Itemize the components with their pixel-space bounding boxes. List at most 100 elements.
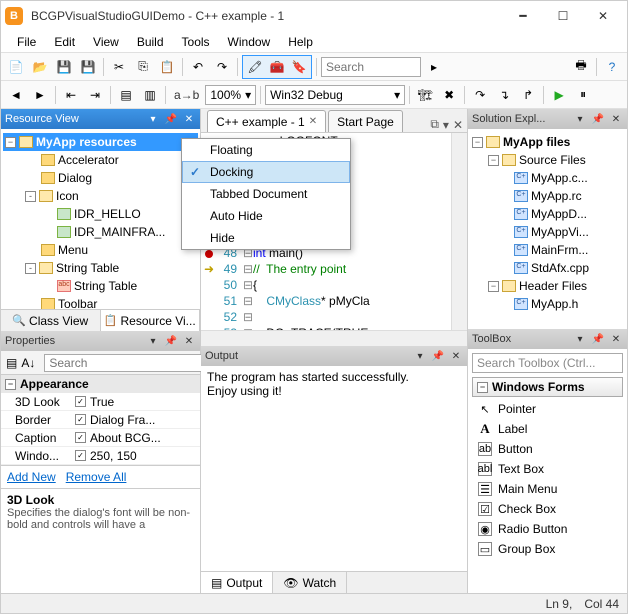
pause-icon[interactable]: ⏸ <box>572 84 594 106</box>
context-menu-item[interactable]: Floating <box>182 139 350 161</box>
output-text[interactable]: The program has started successfully. En… <box>201 366 467 571</box>
zoom-combo[interactable]: 100%▾ <box>205 85 256 105</box>
editor-tab-cpp[interactable]: C++ example - 1 ✕ <box>207 110 326 132</box>
save-icon[interactable]: 💾 <box>53 56 75 78</box>
toolbox-item[interactable]: ▭Group Box <box>472 539 623 559</box>
dock-menu-icon[interactable]: ▾ <box>573 112 587 126</box>
tab-class-view[interactable]: 🔍Class View <box>1 310 101 331</box>
menu-help[interactable]: Help <box>280 33 321 51</box>
menu-build[interactable]: Build <box>129 33 172 51</box>
add-new-link[interactable]: Add New <box>7 470 56 484</box>
indent-dec-icon[interactable]: ⇤ <box>60 84 82 106</box>
paste-icon[interactable]: 📋 <box>156 56 178 78</box>
menu-file[interactable]: File <box>9 33 44 51</box>
solution-file[interactable]: C+MainFrm... <box>470 241 625 259</box>
toolbox-category[interactable]: −Windows Forms <box>472 377 623 397</box>
categorized-icon[interactable]: ▤ <box>5 352 18 374</box>
context-menu-item[interactable]: Hide <box>182 227 350 249</box>
tab-output[interactable]: ▤Output <box>201 572 273 593</box>
toolbox-item[interactable]: ☰Main Menu <box>472 479 623 499</box>
property-row[interactable]: Caption✓About BCG... <box>1 429 200 447</box>
undo-icon[interactable]: ↶ <box>187 56 209 78</box>
tree-item[interactable]: IDR_MAINFRA... <box>3 223 198 241</box>
property-row[interactable]: Windo...✓250, 150 <box>1 447 200 465</box>
step-into-icon[interactable]: ↴ <box>493 84 515 106</box>
tree-item[interactable]: IDR_HELLO <box>3 205 198 223</box>
tree-root[interactable]: − MyApp resources <box>3 133 198 151</box>
code-line[interactable]: 51⊟ CMyClass* pMyCla <box>201 293 451 309</box>
tree-item[interactable]: Toolbar <box>3 295 198 309</box>
run-icon[interactable]: ▶ <box>548 84 570 106</box>
pin-icon[interactable]: 📌 <box>591 332 605 346</box>
properties-grid[interactable]: −Appearance 3D Look✓TrueBorder✓Dialog Fr… <box>1 375 200 465</box>
editor-tab-start[interactable]: Start Page <box>328 110 403 132</box>
pin-icon[interactable]: 📌 <box>164 334 178 348</box>
comment-icon[interactable]: ▤ <box>115 84 137 106</box>
tab-close-icon[interactable]: ✕ <box>453 118 463 132</box>
toolbox-item[interactable]: ↖Pointer <box>472 399 623 419</box>
tab-overflow-icon[interactable]: ⧉ <box>430 117 439 132</box>
close-tab-icon[interactable]: ✕ <box>309 116 317 127</box>
editor-hscrollbar[interactable] <box>201 330 467 346</box>
menu-tools[interactable]: Tools <box>174 33 218 51</box>
config-combo[interactable]: Win32 Debug▾ <box>265 85 405 105</box>
toolbox-item[interactable]: abButton <box>472 439 623 459</box>
menu-edit[interactable]: Edit <box>46 33 83 51</box>
redo-icon[interactable]: ↷ <box>211 56 233 78</box>
context-menu-item[interactable]: Tabbed Document <box>182 183 350 205</box>
nav-back-icon[interactable]: ◄ <box>5 84 27 106</box>
uncomment-icon[interactable]: ▥ <box>139 84 161 106</box>
solution-group[interactable]: −Source Files <box>470 151 625 169</box>
pin-icon[interactable]: 📌 <box>431 349 445 363</box>
solution-header[interactable]: Solution Expl... ▾ 📌 ✕ <box>468 109 627 129</box>
alphabetical-icon[interactable]: A↓ <box>20 352 36 374</box>
menu-window[interactable]: Window <box>220 33 279 51</box>
code-line[interactable]: 52⊟ <box>201 309 451 325</box>
toolbox-item[interactable]: ◉Radio Button <box>472 519 623 539</box>
solution-file[interactable]: C+MyAppVi... <box>470 223 625 241</box>
close-panel-icon[interactable]: ✕ <box>609 332 623 346</box>
tab-menu-icon[interactable]: ▾ <box>443 118 449 132</box>
toolbox-header[interactable]: ToolBox ▾ 📌 ✕ <box>468 329 627 349</box>
properties-header[interactable]: Properties ▾ 📌 ✕ <box>1 331 200 351</box>
new-file-icon[interactable]: 📄 <box>5 56 27 78</box>
tree-item[interactable]: Menu <box>3 241 198 259</box>
remove-all-link[interactable]: Remove All <box>66 470 127 484</box>
solution-file[interactable]: C+MyAppD... <box>470 205 625 223</box>
resource-tree[interactable]: − MyApp resources AcceleratorDialog-Icon… <box>1 129 200 309</box>
pin-icon[interactable]: 📌 <box>164 112 178 126</box>
print-icon[interactable]: 🖶 <box>570 56 592 78</box>
output-header[interactable]: Output ▾ 📌 ✕ <box>201 346 467 366</box>
solution-root[interactable]: − MyApp files <box>470 133 625 151</box>
context-menu-item[interactable]: Docking <box>182 161 350 183</box>
dock-menu-icon[interactable]: ▾ <box>146 112 160 126</box>
solution-file[interactable]: C+MyApp.c... <box>470 169 625 187</box>
open-folder-icon[interactable]: 📂 <box>29 56 51 78</box>
nav-fwd-icon[interactable]: ► <box>29 84 51 106</box>
code-line[interactable]: 50⊟{ <box>201 277 451 293</box>
build-icon[interactable]: 🏗 <box>414 84 436 106</box>
dock-menu-icon[interactable]: ▾ <box>573 332 587 346</box>
tree-item[interactable]: -Icon <box>3 187 198 205</box>
close-panel-icon[interactable]: ✕ <box>182 334 196 348</box>
solution-file[interactable]: C+MyApp.rc <box>470 187 625 205</box>
solution-file[interactable]: C+StdAfx.cpp <box>470 259 625 277</box>
close-panel-icon[interactable]: ✕ <box>609 112 623 126</box>
dock-menu-icon[interactable]: ▾ <box>146 334 160 348</box>
cut-icon[interactable]: ✂ <box>108 56 130 78</box>
toolbox-search[interactable]: Search Toolbox (Ctrl... <box>472 353 623 373</box>
solution-file[interactable]: C+MyApp.h <box>470 295 625 313</box>
resource-view-header[interactable]: Resource View ▾ 📌 ✕ <box>1 109 200 129</box>
bookmark-icon[interactable]: 🔖 <box>288 56 310 78</box>
stop-build-icon[interactable]: ✖ <box>438 84 460 106</box>
search-go-icon[interactable]: ▸ <box>423 56 445 78</box>
property-row[interactable]: Border✓Dialog Fra... <box>1 411 200 429</box>
close-panel-icon[interactable]: ✕ <box>182 112 196 126</box>
dock-menu-icon[interactable]: ▾ <box>413 349 427 363</box>
copy-icon[interactable]: ⎘ <box>132 56 154 78</box>
pin-icon[interactable]: 📌 <box>591 112 605 126</box>
tab-watch[interactable]: 👁Watch <box>273 572 347 593</box>
menu-view[interactable]: View <box>85 33 127 51</box>
property-row[interactable]: 3D Look✓True <box>1 393 200 411</box>
code-line[interactable]: ➜49⊟// The entry point <box>201 261 451 277</box>
